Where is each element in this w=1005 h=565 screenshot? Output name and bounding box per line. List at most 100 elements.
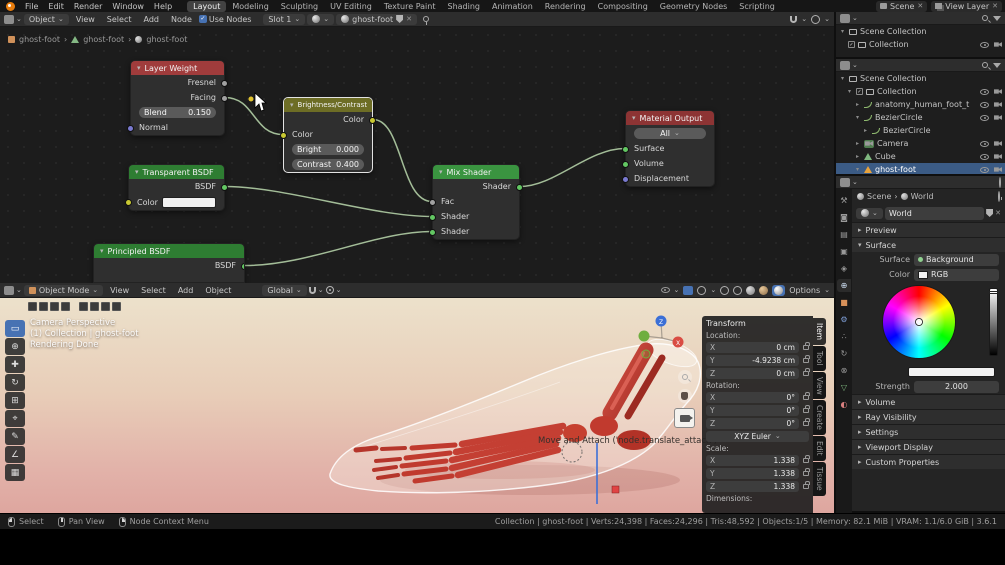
menu-window[interactable]: Window bbox=[107, 2, 149, 11]
location-y-field[interactable]: Y -4.9238 cm bbox=[706, 355, 799, 366]
menu-edit[interactable]: Edit bbox=[43, 2, 69, 11]
workspace-tab-layout[interactable]: Layout bbox=[187, 0, 227, 12]
overlays-icon[interactable] bbox=[811, 14, 821, 24]
color-swatch[interactable] bbox=[161, 196, 216, 208]
disclosure-icon[interactable]: ▸ bbox=[862, 127, 869, 134]
lock-icon[interactable] bbox=[803, 481, 810, 489]
visibility-toggles-icon[interactable] bbox=[660, 287, 670, 293]
lock-icon[interactable] bbox=[803, 342, 810, 350]
snap-options-chevron-icon[interactable]: ⌄ bbox=[801, 15, 807, 23]
snap-magnet-icon[interactable] bbox=[308, 286, 316, 294]
outliner-row[interactable]: ▾ ✓ Collection bbox=[836, 85, 1005, 98]
node-link[interactable] bbox=[519, 147, 626, 188]
pin-icon[interactable] bbox=[423, 16, 429, 25]
node-principled-bsdf[interactable]: ▾ Principled BSDF BSDF bbox=[93, 243, 245, 283]
workspace-tab-compositing[interactable]: Compositing bbox=[592, 1, 654, 12]
unlink-material-icon[interactable]: ✕ bbox=[406, 15, 412, 23]
gizmo-y-neg[interactable] bbox=[641, 349, 651, 359]
sidebar-tab-tissue[interactable]: Tissue bbox=[813, 461, 826, 496]
breadcrumb-world[interactable]: World bbox=[911, 192, 934, 201]
tab-render[interactable]: ◙ bbox=[837, 211, 851, 224]
strength-slider[interactable]: 2.000 bbox=[914, 380, 999, 393]
input-socket-surface[interactable] bbox=[622, 145, 629, 153]
transform-orientation-dropdown[interactable]: Global ⌄ bbox=[262, 284, 307, 296]
panel-surface[interactable]: ▾ Surface bbox=[852, 237, 1005, 252]
tool-scale[interactable]: ⊞ bbox=[5, 392, 25, 409]
tool-rotate[interactable]: ↻ bbox=[5, 374, 25, 391]
tab-particles[interactable]: ∴ bbox=[837, 330, 851, 343]
tab-object-data[interactable]: ▽ bbox=[837, 381, 851, 394]
panel-viewport-display[interactable]: ▸ Viewport Display bbox=[852, 439, 1005, 454]
viewport-canvas[interactable]: Camera Perspective (1) Collection | ghos… bbox=[0, 298, 834, 513]
node-mix-shader[interactable]: ▾ Mix Shader Shader Fac Shader Shader bbox=[429, 164, 523, 240]
disclosure-icon[interactable]: ▸ bbox=[854, 153, 861, 160]
scale-z-field[interactable]: Z 1.338 bbox=[706, 481, 799, 492]
overlays-chevron-icon[interactable]: ⌄ bbox=[710, 286, 716, 294]
tool-strip-icon[interactable] bbox=[61, 302, 70, 311]
output-socket-shader[interactable] bbox=[516, 183, 523, 191]
disable-render-icon[interactable] bbox=[994, 115, 1002, 120]
tool-strip-icon[interactable] bbox=[101, 302, 110, 311]
outliner-row[interactable]: ▾ BezierCircle bbox=[836, 111, 1005, 124]
tab-physics[interactable]: ↻ bbox=[837, 347, 851, 360]
tab-material[interactable]: ◐ bbox=[837, 398, 851, 411]
workspace-tab-modeling[interactable]: Modeling bbox=[226, 1, 274, 12]
options-chevron-icon[interactable]: ⌄ bbox=[824, 286, 830, 294]
workspace-tab-scripting[interactable]: Scripting bbox=[733, 1, 781, 12]
node-material-output[interactable]: ▾ Material Output All ⌄ Surface Volume D… bbox=[622, 110, 715, 187]
editor-type-icon[interactable] bbox=[840, 13, 850, 23]
node-layer-weight[interactable]: ▾ Layer Weight Fresnel Facing Blend 0.15… bbox=[127, 60, 228, 136]
options-label[interactable]: Options bbox=[789, 286, 820, 295]
panel-ray-visibility[interactable]: ▸ Ray Visibility bbox=[852, 409, 1005, 424]
tool-add-cube[interactable]: ▦ bbox=[5, 464, 25, 481]
disable-render-icon[interactable] bbox=[994, 89, 1002, 94]
menu-add[interactable]: Add bbox=[173, 286, 199, 295]
workspace-tab-rendering[interactable]: Rendering bbox=[539, 1, 592, 12]
tab-scene[interactable]: ◈ bbox=[837, 262, 851, 275]
panel-settings[interactable]: ▸ Settings bbox=[852, 424, 1005, 439]
world-name-field[interactable]: World bbox=[884, 206, 985, 220]
collapse-icon[interactable]: ▾ bbox=[632, 114, 636, 122]
output-socket-facing[interactable] bbox=[221, 94, 228, 102]
node-header[interactable]: ▾ Brightness/Contrast bbox=[284, 98, 372, 112]
disable-render-icon[interactable] bbox=[994, 42, 1002, 47]
tab-output[interactable]: ▤ bbox=[837, 228, 851, 241]
node-header[interactable]: ▾ Mix Shader bbox=[433, 165, 519, 179]
sidebar-tab-create[interactable]: Create bbox=[813, 400, 826, 436]
tool-strip-icon[interactable] bbox=[28, 302, 37, 311]
scale-y-field[interactable]: Y 1.338 bbox=[706, 468, 799, 479]
disclosure-icon[interactable]: ▾ bbox=[839, 28, 846, 35]
input-socket-volume[interactable] bbox=[622, 160, 629, 168]
editor-type-icon[interactable] bbox=[4, 14, 14, 24]
move-gizmo-handle[interactable] bbox=[611, 485, 620, 494]
output-socket-bsdf[interactable] bbox=[221, 183, 228, 191]
overlays-chevron-icon[interactable]: ⌄ bbox=[824, 15, 830, 23]
outliner-row[interactable]: ▸ Cube bbox=[836, 150, 1005, 163]
menu-help[interactable]: Help bbox=[149, 2, 177, 11]
rotation-y-field[interactable]: Y 0° bbox=[706, 405, 799, 416]
color-wheel[interactable] bbox=[882, 285, 956, 359]
node-transparent-bsdf[interactable]: ▾ Transparent BSDF BSDF Color bbox=[125, 164, 228, 211]
node-link[interactable] bbox=[224, 185, 433, 218]
output-target-dropdown[interactable]: All ⌄ bbox=[634, 127, 706, 139]
color-wheel-cursor[interactable] bbox=[916, 319, 922, 325]
surface-shader-dropdown[interactable]: Background bbox=[914, 253, 999, 266]
filter-icon[interactable] bbox=[993, 62, 1001, 68]
menu-view[interactable]: View bbox=[71, 15, 100, 24]
editor-type-chevron-icon[interactable]: ⌄ bbox=[852, 178, 858, 186]
shading-wireframe-icon[interactable] bbox=[733, 285, 743, 295]
tool-transform[interactable]: ⌖ bbox=[5, 410, 25, 427]
search-icon[interactable] bbox=[982, 62, 988, 68]
gizmos-toggle-icon[interactable] bbox=[683, 285, 694, 295]
color-mode-button[interactable]: RGB bbox=[914, 268, 999, 281]
pan-hand-icon[interactable] bbox=[677, 389, 692, 403]
camera-view-button[interactable] bbox=[674, 408, 695, 428]
menu-render[interactable]: Render bbox=[69, 2, 107, 11]
tool-move[interactable]: ✚ bbox=[5, 356, 25, 373]
tool-strip-icon[interactable] bbox=[39, 302, 48, 311]
tab-modifiers[interactable]: ⚙ bbox=[837, 313, 851, 326]
workspace-tab-animation[interactable]: Animation bbox=[486, 1, 539, 12]
input-socket-shader-2[interactable] bbox=[429, 228, 436, 236]
hide-icon[interactable] bbox=[980, 166, 989, 173]
mode-dropdown[interactable]: Object Mode ⌄ bbox=[23, 284, 104, 296]
